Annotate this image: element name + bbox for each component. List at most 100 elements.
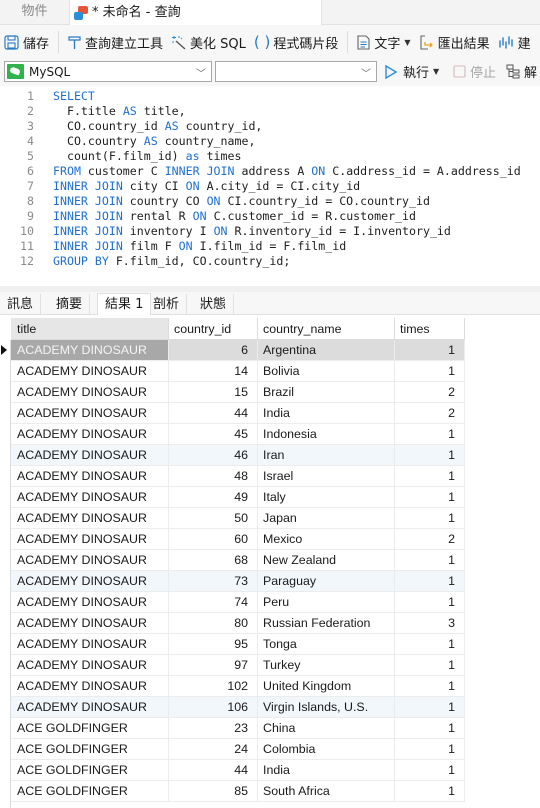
cell-times[interactable]: 1 xyxy=(395,592,465,613)
cell-country-id[interactable]: 106 xyxy=(169,697,258,718)
cell-times[interactable]: 1 xyxy=(395,697,465,718)
query-builder-button[interactable]: 查詢建立工具 xyxy=(64,29,167,55)
explain-button[interactable]: 解 xyxy=(506,62,537,81)
cell-country-name[interactable]: Colombia xyxy=(258,739,395,760)
code-line[interactable]: 1 SELECT xyxy=(0,89,540,104)
connection-select[interactable]: MySQL ﹀ xyxy=(4,61,212,82)
cell-country-id[interactable]: 73 xyxy=(169,571,258,592)
tab-status[interactable]: 狀態 xyxy=(193,294,235,315)
cell-times[interactable]: 2 xyxy=(395,529,465,550)
table-row[interactable]: ACADEMY DINOSAUR 46 Iran 1 xyxy=(0,445,465,466)
cell-times[interactable]: 1 xyxy=(395,550,465,571)
cell-country-name[interactable]: New Zealand xyxy=(258,550,395,571)
code-line[interactable]: 2 F.title AS title, xyxy=(0,104,540,119)
code-line[interactable]: 8 INNER JOIN country CO ON CI.country_id … xyxy=(0,194,540,209)
code-line[interactable]: 3 CO.country_id AS country_id, xyxy=(0,119,540,134)
cell-country-id[interactable]: 48 xyxy=(169,466,258,487)
code-line[interactable]: 6 FROM customer C INNER JOIN address A ON… xyxy=(0,164,540,179)
cell-country-name[interactable]: United Kingdom xyxy=(258,676,395,697)
visual-explain-button[interactable]: 建 xyxy=(494,29,535,55)
cell-country-name[interactable]: Iran xyxy=(258,445,395,466)
cell-title[interactable]: ACADEMY DINOSAUR xyxy=(11,340,169,361)
table-row[interactable]: ACE GOLDFINGER 44 India 1 xyxy=(0,760,465,781)
cell-title[interactable]: ACADEMY DINOSAUR xyxy=(11,487,169,508)
code-line[interactable]: 9 INNER JOIN rental R ON C.customer_id = … xyxy=(0,209,540,224)
code-line[interactable]: 5 count(F.film_id) as times xyxy=(0,149,540,164)
cell-times[interactable]: 1 xyxy=(395,781,465,802)
table-row[interactable]: ACADEMY DINOSAUR 50 Japan 1 xyxy=(0,508,465,529)
cell-title[interactable]: ACADEMY DINOSAUR xyxy=(11,676,169,697)
cell-times[interactable]: 1 xyxy=(395,718,465,739)
table-row[interactable]: ACADEMY DINOSAUR 14 Bolivia 1 xyxy=(0,361,465,382)
cell-times[interactable]: 1 xyxy=(395,571,465,592)
table-row[interactable]: ACADEMY DINOSAUR 102 United Kingdom 1 xyxy=(0,676,465,697)
cell-title[interactable]: ACADEMY DINOSAUR xyxy=(11,571,169,592)
tab-query[interactable]: * 未命名 - 查詢 xyxy=(70,0,322,25)
tab-summary[interactable]: 摘要 xyxy=(49,294,91,315)
cell-times[interactable]: 1 xyxy=(395,445,465,466)
cell-times[interactable]: 1 xyxy=(395,739,465,760)
cell-title[interactable]: ACE GOLDFINGER xyxy=(11,739,169,760)
table-row[interactable]: ACADEMY DINOSAUR 106 Virgin Islands, U.S. 1 xyxy=(0,697,465,718)
cell-country-id[interactable]: 23 xyxy=(169,718,258,739)
table-row[interactable]: ACE GOLDFINGER 24 Colombia 1 xyxy=(0,739,465,760)
text-mode-button[interactable]: 文字 ▼ xyxy=(353,29,414,55)
cell-times[interactable]: 1 xyxy=(395,466,465,487)
cell-country-name[interactable]: India xyxy=(258,403,395,424)
table-row[interactable]: ACADEMY DINOSAUR 60 Mexico 2 xyxy=(0,529,465,550)
cell-title[interactable]: ACADEMY DINOSAUR xyxy=(11,361,169,382)
cell-country-name[interactable]: Israel xyxy=(258,466,395,487)
column-header-title[interactable]: title xyxy=(11,318,169,340)
cell-country-id[interactable]: 46 xyxy=(169,445,258,466)
cell-country-name[interactable]: South Africa xyxy=(258,781,395,802)
cell-times[interactable]: 1 xyxy=(395,508,465,529)
code-line[interactable]: 12 GROUP BY F.film_id, CO.country_id; xyxy=(0,254,540,269)
cell-country-name[interactable]: Mexico xyxy=(258,529,395,550)
cell-country-id[interactable]: 44 xyxy=(169,760,258,781)
table-row[interactable]: ACE GOLDFINGER 23 China 1 xyxy=(0,718,465,739)
cell-title[interactable]: ACADEMY DINOSAUR xyxy=(11,508,169,529)
cell-country-id[interactable]: 74 xyxy=(169,592,258,613)
cell-country-name[interactable]: Brazil xyxy=(258,382,395,403)
table-row[interactable]: ACADEMY DINOSAUR 95 Tonga 1 xyxy=(0,634,465,655)
export-result-button[interactable]: 匯出結果 xyxy=(415,29,494,55)
save-button[interactable]: 儲存 xyxy=(0,29,53,55)
cell-times[interactable]: 3 xyxy=(395,613,465,634)
code-line[interactable]: 4 CO.country AS country_name, xyxy=(0,134,540,149)
column-header-country-name[interactable]: country_name xyxy=(258,318,395,340)
table-row[interactable]: ACADEMY DINOSAUR 6 Argentina 1 xyxy=(0,340,465,361)
cell-country-id[interactable]: 68 xyxy=(169,550,258,571)
cell-times[interactable]: 1 xyxy=(395,676,465,697)
database-select[interactable]: ﹀ xyxy=(215,61,377,82)
cell-country-name[interactable]: Russian Federation xyxy=(258,613,395,634)
cell-country-name[interactable]: Tonga xyxy=(258,634,395,655)
cell-title[interactable]: ACADEMY DINOSAUR xyxy=(11,466,169,487)
cell-title[interactable]: ACE GOLDFINGER xyxy=(11,718,169,739)
beautify-sql-button[interactable]: 美化 SQL xyxy=(167,29,250,55)
cell-country-name[interactable]: Argentina xyxy=(258,340,395,361)
cell-country-id[interactable]: 14 xyxy=(169,361,258,382)
cell-times[interactable]: 1 xyxy=(395,424,465,445)
cell-times[interactable]: 1 xyxy=(395,760,465,781)
run-button[interactable]: 執行 ▼ xyxy=(384,62,439,81)
table-row[interactable]: ACADEMY DINOSAUR 49 Italy 1 xyxy=(0,487,465,508)
cell-times[interactable]: 1 xyxy=(395,361,465,382)
cell-title[interactable]: ACADEMY DINOSAUR xyxy=(11,592,169,613)
cell-country-name[interactable]: Virgin Islands, U.S. xyxy=(258,697,395,718)
table-row[interactable]: ACE GOLDFINGER 85 South Africa 1 xyxy=(0,781,465,802)
table-row[interactable]: ACADEMY DINOSAUR 80 Russian Federation 3 xyxy=(0,613,465,634)
tab-result-1[interactable]: 結果 1 xyxy=(97,293,152,315)
cell-times[interactable]: 1 xyxy=(395,655,465,676)
code-snippet-button[interactable]: ( ) 程式碼片段 xyxy=(250,29,343,55)
cell-country-name[interactable]: Japan xyxy=(258,508,395,529)
cell-country-name[interactable]: Turkey xyxy=(258,655,395,676)
table-row[interactable]: ACADEMY DINOSAUR 68 New Zealand 1 xyxy=(0,550,465,571)
code-line[interactable]: 11 INNER JOIN film F ON I.film_id = F.fil… xyxy=(0,239,540,254)
cell-title[interactable]: ACADEMY DINOSAUR xyxy=(11,403,169,424)
cell-times[interactable]: 1 xyxy=(395,634,465,655)
cell-country-name[interactable]: Indonesia xyxy=(258,424,395,445)
sql-editor[interactable]: 1 SELECT 2 F.title AS title, 3 CO.country_i… xyxy=(0,86,540,286)
cell-title[interactable]: ACE GOLDFINGER xyxy=(11,781,169,802)
code-line[interactable]: 7 INNER JOIN city CI ON A.city_id = CI.ci… xyxy=(0,179,540,194)
cell-times[interactable]: 1 xyxy=(395,340,465,361)
